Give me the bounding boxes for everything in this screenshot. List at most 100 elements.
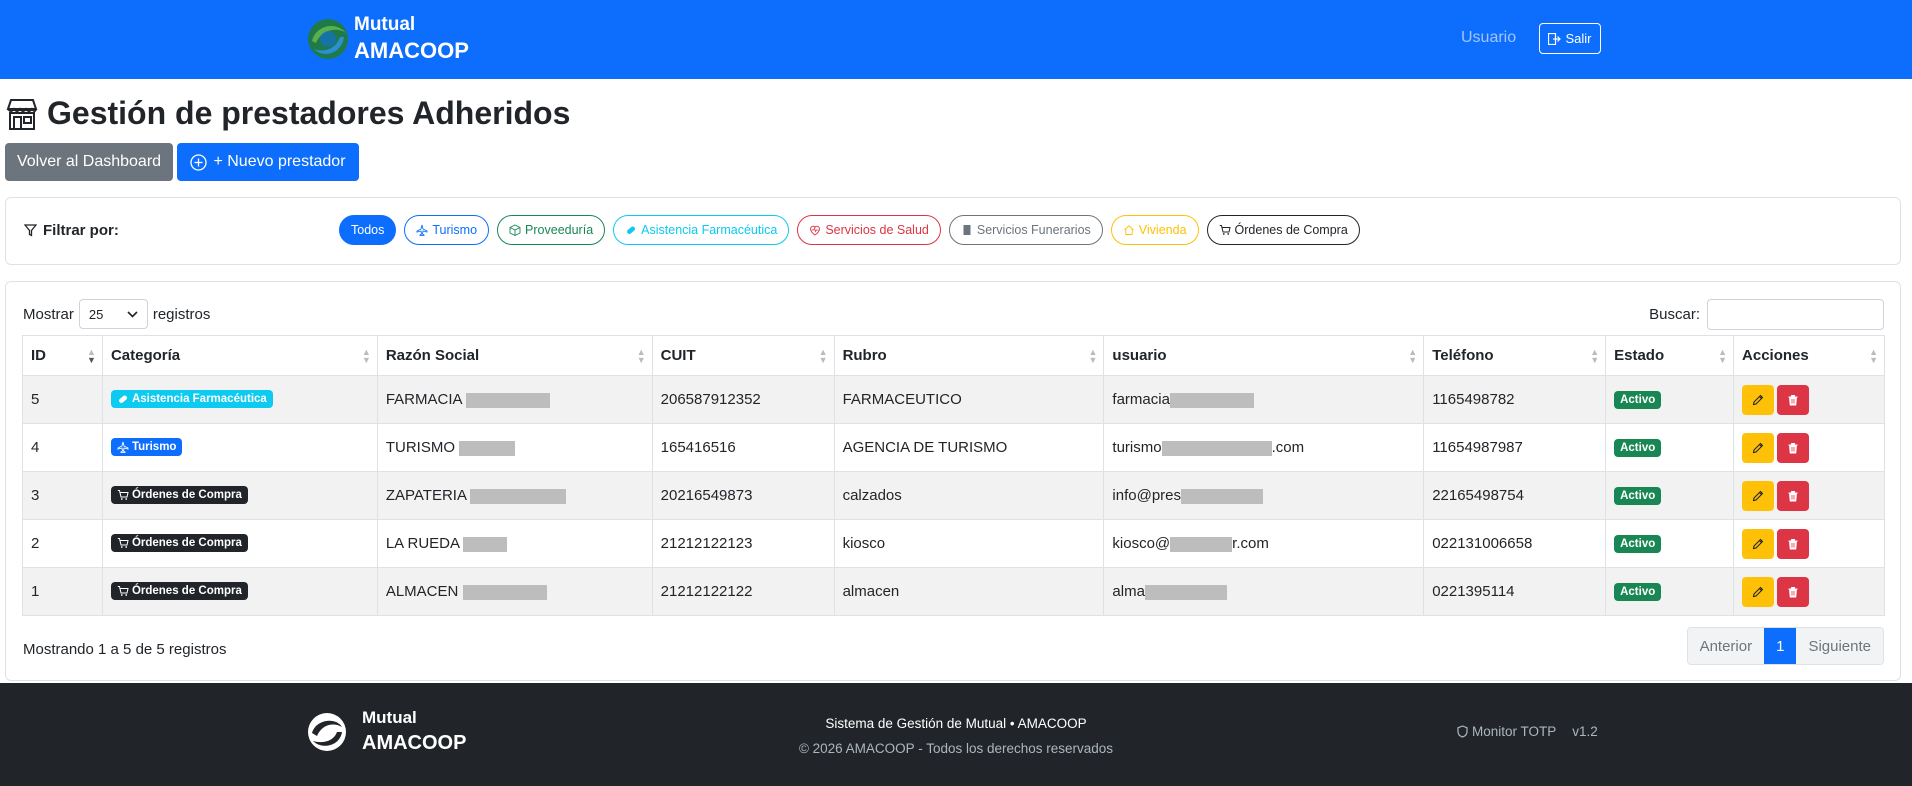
cell-razon-social: LA RUEDA (376, 519, 653, 568)
cell-acciones (1733, 471, 1885, 520)
capsule-icon (627, 226, 636, 234)
redacted-block (1170, 536, 1233, 552)
redacted-block (459, 440, 516, 456)
column-header-label: Categoría (110, 347, 181, 364)
footer-right: Monitor TOTP v1.2 (1457, 724, 1598, 739)
cell-id: 2 (22, 519, 103, 568)
cell-razon-social: FARMACIA (376, 375, 653, 424)
delete-button[interactable] (1777, 384, 1810, 415)
edit-button[interactable] (1742, 528, 1775, 559)
sort-arrows-icon: ▲ ▼ (1408, 347, 1418, 365)
cell-rubro: FARMACEUTICO (833, 375, 1105, 424)
redacted-block (1169, 392, 1254, 408)
column-header-telefono[interactable]: Teléfono ▲ ▼ (1423, 335, 1607, 376)
column-header-estado[interactable]: Estado ▲ ▼ (1605, 335, 1735, 376)
filter-chip-label: Turismo (432, 223, 478, 237)
search-input[interactable] (1707, 299, 1884, 330)
filter-card: Filtrar por: Todos Turismo Proveeduría Asis… (5, 197, 1901, 265)
edit-button[interactable] (1742, 432, 1775, 463)
filter-chip-label: Vivienda (1138, 223, 1187, 237)
providers-table: ID ▲ ▼ Categoría ▲ ▼ Razón Social ▲ ▼ CUIT ▲ ▼ Rubro… (22, 335, 1885, 616)
column-header-categoria[interactable]: Categoría ▲ ▼ (101, 335, 378, 376)
filter-chip-label: Servicios Funerarios (976, 223, 1091, 237)
brand-line2: AMACOOP (354, 37, 469, 63)
delete-button[interactable] (1777, 576, 1810, 607)
top-navbar: Mutual AMACOOP Usuario Salir (0, 0, 1912, 79)
redacted-block (1181, 488, 1263, 504)
filter-chip-label: Órdenes de Compra (1234, 223, 1348, 237)
column-header-acciones[interactable]: Acciones ▲ ▼ (1733, 335, 1885, 376)
page-length-select[interactable]: 25 (78, 299, 148, 329)
redacted-block (465, 392, 550, 408)
sort-arrows-icon: ▲ ▼ (1088, 347, 1098, 365)
cell-acciones (1733, 423, 1885, 472)
square-icon (963, 225, 971, 235)
edit-button[interactable] (1742, 480, 1775, 511)
plane-icon (416, 224, 428, 236)
column-header-label: Acciones (1742, 347, 1809, 364)
table-row[interactable]: 4 Turismo TURISMO 165416516 AGENCIA DE TURI… (22, 423, 1885, 472)
pagination: Anterior 1 Siguiente (1686, 627, 1884, 665)
filter-chip-servicios-funerarios[interactable]: Servicios Funerarios (948, 215, 1103, 245)
cell-rubro: calzados (833, 471, 1105, 520)
new-provider-button[interactable]: + Nuevo prestador (177, 143, 359, 181)
brand-logo-link[interactable]: Mutual AMACOOP (306, 13, 469, 64)
cell-telefono: 022131006658 (1423, 519, 1607, 568)
filter-chip-vivienda[interactable]: Vivienda (1110, 215, 1199, 245)
delete-button[interactable] (1777, 528, 1810, 559)
shop-icon (6, 98, 38, 130)
prev-page-button[interactable]: Anterior (1687, 628, 1765, 664)
filter-chip-label: Proveeduría (525, 223, 594, 237)
trash-icon (1788, 490, 1798, 501)
pencil-icon (1752, 586, 1764, 597)
search-label: Buscar: (1649, 306, 1700, 323)
monitor-totp-link[interactable]: Monitor TOTP (1457, 724, 1556, 739)
column-header-label: Razón Social (385, 347, 480, 364)
table-row[interactable]: 2 Órdenes de Compra LA RUEDA 21212122123 ki… (22, 519, 1885, 568)
column-header-usuario[interactable]: usuario ▲ ▼ (1103, 335, 1425, 376)
filter-chip-proveeduria[interactable]: Proveeduría (497, 215, 606, 245)
logout-icon (1548, 32, 1562, 45)
column-header-rubro[interactable]: Rubro ▲ ▼ (833, 335, 1105, 376)
table-row[interactable]: 3 Órdenes de Compra ZAPATERIA 20216549873 c… (22, 471, 1885, 520)
pencil-icon (1752, 394, 1764, 405)
page-1-button[interactable]: 1 (1764, 628, 1797, 664)
cell-razon-social: TURISMO (376, 423, 653, 472)
cell-telefono: 0221395114 (1423, 567, 1607, 616)
category-badge: Órdenes de Compra (110, 486, 248, 504)
filter-chip-servicios-de-salud[interactable]: Servicios de Salud (797, 215, 941, 245)
category-filter-group: Todos Turismo Proveeduría Asistencia Farmac… (339, 215, 1360, 245)
logout-button[interactable]: Salir (1539, 23, 1601, 54)
back-to-dashboard-button[interactable]: Volver al Dashboard (5, 143, 173, 181)
cell-cuit: 206587912352 (651, 375, 835, 424)
category-badge: Asistencia Farmacéutica (110, 390, 273, 408)
redacted-block (463, 536, 508, 552)
column-header-label: Rubro (842, 347, 887, 364)
column-header-cuit[interactable]: CUIT ▲ ▼ (651, 335, 835, 376)
user-menu-link[interactable]: Usuario (1461, 29, 1516, 47)
edit-button[interactable] (1742, 384, 1775, 415)
column-header-razon-social[interactable]: Razón Social ▲ ▼ (376, 335, 653, 376)
column-header-id[interactable]: ID ▲ ▼ (22, 335, 103, 376)
cell-usuario: kiosco@ r.com (1103, 519, 1425, 568)
delete-button[interactable] (1777, 432, 1810, 463)
table-row[interactable]: 1 Órdenes de Compra ALMACEN 21212122122 alm… (22, 567, 1885, 616)
trash-icon (1788, 394, 1798, 405)
cell-usuario: info@pres (1103, 471, 1425, 520)
edit-button[interactable] (1742, 576, 1775, 607)
brand-line1: Mutual (354, 14, 416, 35)
cell-usuario: turismo .com (1103, 423, 1425, 472)
filter-chip-turismo[interactable]: Turismo (404, 215, 490, 245)
page-length-value: 25 (88, 306, 104, 322)
filter-chip-todos[interactable]: Todos (339, 215, 397, 245)
filter-chip-ordenes-de-compra[interactable]: Órdenes de Compra (1206, 215, 1360, 245)
box-icon (509, 224, 521, 236)
delete-button[interactable] (1777, 480, 1810, 511)
cell-estado: Activo (1605, 375, 1735, 424)
cell-categoria: Órdenes de Compra (101, 567, 378, 616)
status-badge: Activo (1614, 487, 1662, 505)
filter-chip-label: Todos (351, 223, 385, 237)
filter-chip-asistencia-farmaceutica[interactable]: Asistencia Farmacéutica (613, 215, 790, 245)
table-row[interactable]: 5 Asistencia Farmacéutica FARMACIA 2065879… (22, 375, 1885, 424)
next-page-button[interactable]: Siguiente (1796, 628, 1883, 664)
